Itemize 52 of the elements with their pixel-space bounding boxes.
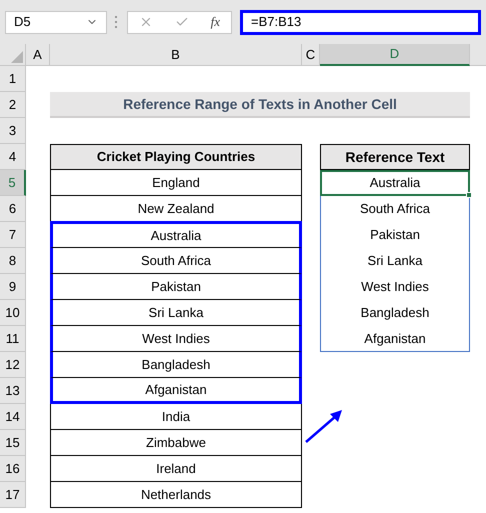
table-cell: Australia [50, 221, 302, 248]
name-box[interactable]: D5 [5, 10, 107, 34]
row-header[interactable]: 14 [0, 404, 26, 430]
row-header[interactable]: 15 [0, 430, 26, 456]
row-header[interactable]: 9 [0, 274, 26, 300]
row-header[interactable]: 13 [0, 378, 26, 404]
table-cell: Sri Lanka [50, 300, 302, 326]
table-cell-text: South Africa [358, 200, 432, 218]
column-header[interactable]: B [50, 44, 302, 66]
row-header[interactable]: 3 [0, 118, 26, 144]
table-cell-text: Sri Lanka [366, 252, 424, 270]
table-cell: England [50, 170, 302, 196]
column-header[interactable]: A [26, 44, 50, 66]
row-header[interactable]: 7 [0, 222, 26, 248]
sheet-title: Reference Range of Texts in Another Cell [50, 92, 470, 118]
row-header[interactable]: 6 [0, 196, 26, 222]
table-cell: Pakistan [50, 274, 302, 300]
table-header: Cricket Playing Countries [50, 144, 302, 170]
row-header[interactable]: 11 [0, 326, 26, 352]
row-header[interactable]: 16 [0, 456, 26, 482]
column-header[interactable]: C [302, 44, 320, 66]
table-cell-text: Pakistan [369, 226, 421, 244]
row-header[interactable]: 2 [0, 92, 26, 118]
corner-triangle-icon [11, 51, 23, 63]
separator-dots-icon [115, 16, 119, 28]
row-header[interactable]: 5 [0, 170, 26, 196]
arrow-icon [304, 408, 344, 444]
table-cell: Zimbabwe [50, 430, 302, 456]
table-cell: New Zealand [50, 196, 302, 222]
row-header[interactable]: 17 [0, 482, 26, 508]
table-cell: West Indies [50, 326, 302, 352]
row-header[interactable]: 8 [0, 248, 26, 274]
table-header: Reference Text [320, 144, 470, 170]
table-cell: Australia [320, 170, 470, 196]
table-cell: India [50, 404, 302, 430]
table-cell: Afganistan [50, 378, 302, 404]
table-cell: Bangladesh [50, 352, 302, 378]
table-cell-text: West Indies [360, 278, 430, 296]
row-header[interactable]: 10 [0, 300, 26, 326]
table-cell: South Africa [50, 248, 302, 274]
table-cell-text: Bangladesh [360, 304, 430, 322]
select-all-corner[interactable] [0, 44, 26, 66]
insert-function-button[interactable]: fx [210, 12, 220, 32]
row-header[interactable]: 12 [0, 352, 26, 378]
row-header[interactable]: 4 [0, 144, 26, 170]
fill-handle[interactable] [466, 192, 472, 198]
row-header[interactable]: 1 [0, 66, 26, 92]
table-cell-text: Afganistan [363, 330, 427, 348]
table-cell: Ireland [50, 456, 302, 482]
column-header[interactable]: D [320, 44, 470, 66]
table-cell: Netherlands [50, 482, 302, 508]
formula-bar[interactable]: =B7:B13 [240, 10, 481, 34]
